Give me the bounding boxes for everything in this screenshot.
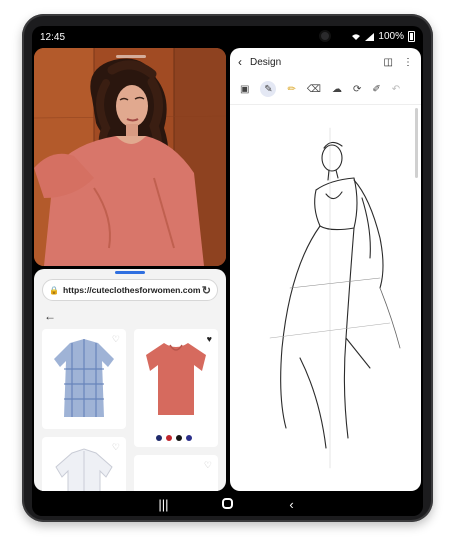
notes-header: ‹ Design ◫ ⋮	[230, 48, 421, 76]
back-arrow-icon[interactable]: ←	[44, 309, 56, 323]
color-swatches	[156, 435, 192, 441]
drawing-toolbar: ▣ ✎ ✏ ⌫ ☁ ⟳ ✐ ↶	[230, 78, 421, 100]
note-title[interactable]: Design	[250, 57, 374, 68]
toolbar-divider	[230, 104, 421, 105]
active-window-indicator[interactable]	[115, 271, 145, 274]
shape-tool-icon[interactable]: ☁	[332, 84, 342, 95]
lasso-tool-icon[interactable]: ⟳	[353, 84, 361, 95]
screen: 12:45 100% 🔒 https://cuteclothesforwomen…	[32, 26, 423, 516]
product-card[interactable]: ♡	[134, 455, 218, 491]
text-tool-icon[interactable]: ▣	[240, 84, 249, 95]
product-card[interactable]: ♡	[42, 437, 126, 491]
favorite-heart-icon[interactable]: ♡	[112, 334, 120, 345]
coral-blouse-image	[146, 343, 206, 415]
color-swatch[interactable]	[166, 435, 172, 441]
product-card[interactable]: ♡	[42, 329, 126, 429]
notes-app-pane[interactable]: ‹ Design ◫ ⋮ ▣ ✎ ✏ ⌫ ☁ ⟳ ✐ ↶	[230, 48, 421, 491]
status-bar: 12:45 100%	[32, 26, 423, 48]
reload-icon[interactable]: ↻	[202, 284, 211, 297]
signal-icon	[365, 32, 375, 41]
photo-pane-drag-handle[interactable]	[116, 55, 146, 58]
woman-in-coral-blouse-photo	[34, 48, 226, 266]
home-icon	[222, 497, 233, 509]
battery-percent: 100%	[378, 31, 404, 42]
battery-icon	[408, 31, 415, 42]
highlighter-tool-icon[interactable]: ✏	[287, 84, 295, 95]
clock: 12:45	[40, 32, 66, 43]
favorite-heart-icon[interactable]: ♡	[112, 442, 120, 453]
browser-app-pane[interactable]: 🔒 https://cuteclothesforwomen.com ↻ ← ♡	[34, 269, 226, 491]
photo-app-pane[interactable]	[34, 48, 226, 266]
product-card[interactable]: ♥	[134, 329, 218, 447]
color-swatch[interactable]	[186, 435, 192, 441]
favorite-heart-icon[interactable]: ♡	[204, 460, 212, 471]
more-options-icon[interactable]: ⋮	[403, 57, 413, 68]
url-text[interactable]: https://cuteclothesforwomen.com	[63, 285, 202, 295]
color-swatch[interactable]	[176, 435, 182, 441]
navigation-bar: ||| ‹	[32, 492, 423, 516]
status-icons: 100%	[351, 31, 415, 42]
undo-icon[interactable]: ↶	[392, 84, 400, 95]
wifi-icon	[352, 33, 361, 40]
eraser-tool-icon[interactable]: ⌫	[307, 84, 321, 95]
lock-icon: 🔒	[49, 285, 59, 295]
pen-tool-icon[interactable]: ✎	[260, 81, 277, 97]
back-button[interactable]: ‹	[282, 497, 302, 512]
style-tool-icon[interactable]: ✐	[372, 84, 380, 95]
home-button[interactable]	[218, 497, 238, 512]
book-view-icon[interactable]: ◫	[384, 57, 393, 68]
foldable-phone-frame: 12:45 100% 🔒 https://cuteclothesforwomen…	[22, 14, 433, 522]
url-bar[interactable]: 🔒 https://cuteclothesforwomen.com ↻	[42, 279, 218, 301]
product-grid: ♡ ♥ ♡ ♡	[40, 329, 220, 491]
favorite-heart-icon-filled[interactable]: ♥	[207, 334, 212, 344]
recent-apps-button[interactable]: |||	[154, 497, 174, 512]
color-swatch[interactable]	[156, 435, 162, 441]
back-chevron-icon[interactable]: ‹	[238, 55, 242, 69]
fashion-sketch-canvas[interactable]	[230, 108, 421, 491]
front-camera	[319, 30, 331, 42]
